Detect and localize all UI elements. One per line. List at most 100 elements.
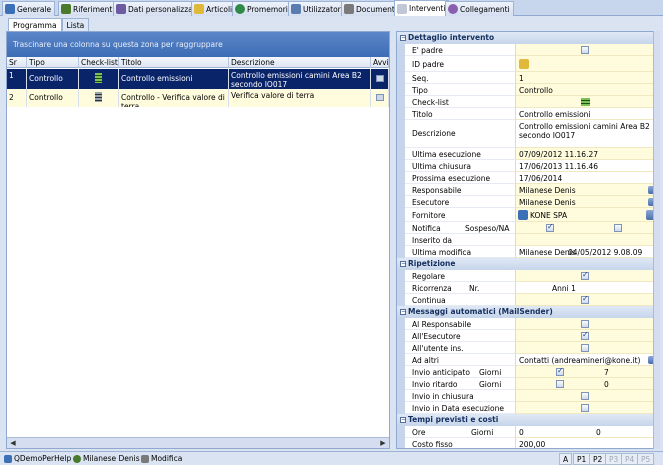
checklist-icon[interactable] <box>581 98 590 106</box>
tab-utilizzatori[interactable]: Utilizzatori <box>288 1 347 16</box>
prop-notifica: Notifica Sospeso/NA <box>397 222 659 234</box>
notifica-checkbox[interactable] <box>546 222 554 232</box>
ricorrenza-value[interactable]: Anni 1 <box>515 282 659 294</box>
prop-value[interactable]: Contatti (andreamineri@kone.it) <box>515 354 659 366</box>
tab-label: Riferimenti <box>73 4 115 14</box>
status-button-p4[interactable]: P4 <box>621 453 639 465</box>
status-user-label: Milanese Denis <box>83 454 140 463</box>
prop-label: Invio ritardo Giorni <box>405 378 515 390</box>
invio-chiusura-checkbox[interactable] <box>581 392 589 400</box>
sospeso-checkbox[interactable] <box>614 224 622 232</box>
group-by-area[interactable]: Trascinare una colonna su questa zona pe… <box>7 32 389 57</box>
prop-value[interactable]: KONE SPA <box>515 208 659 222</box>
scroll-left-icon[interactable]: ◀ <box>9 439 17 447</box>
prop-value: 7 <box>515 366 659 378</box>
subtab-programma[interactable]: Programma <box>8 18 62 31</box>
giorni-value[interactable]: 0 <box>596 428 601 437</box>
status-button-p2[interactable]: P2 <box>589 453 607 465</box>
invio-ritardo-checkbox[interactable] <box>556 380 564 388</box>
tab-collegamenti[interactable]: Collegamenti <box>445 1 514 16</box>
col-header-avvi[interactable]: Avvi <box>371 57 389 68</box>
section-dettaglio-intervento[interactable]: − Dettaglio intervento <box>397 32 659 44</box>
prop-label: Fornitore <box>405 208 515 222</box>
prop-label: Ultima modifica <box>405 246 515 258</box>
col-header-descrizione[interactable]: Descrizione <box>229 57 371 68</box>
prop-value[interactable]: Milanese Denis <box>515 196 659 208</box>
col-header-sr[interactable]: Sr <box>7 57 27 68</box>
all-esecutore-checkbox[interactable] <box>581 330 589 340</box>
user-icon <box>73 454 81 463</box>
ad-altri-value: Contatti (andreamineri@kone.it) <box>519 356 641 365</box>
tipo-value[interactable]: Controllo <box>515 84 659 96</box>
tab-interventi[interactable]: Interventi <box>394 0 450 16</box>
prop-label: Regolare <box>405 270 515 282</box>
giorni-label: Giorni <box>479 380 502 389</box>
tab-promemoria[interactable]: Promemoria <box>232 1 297 16</box>
col-header-checklist[interactable]: Check-list <box>79 57 119 68</box>
col-header-tipo[interactable]: Tipo <box>27 57 79 68</box>
costo-value[interactable]: 200,00 <box>515 438 659 448</box>
seq-value[interactable]: 1 <box>515 72 659 84</box>
ultima-esecuzione-value[interactable]: 07/09/2012 11.16.27 <box>515 148 659 160</box>
data-icon <box>116 4 126 14</box>
table-row[interactable]: 1 Controllo Controllo emissioni Controll… <box>7 69 389 89</box>
inserito-value[interactable] <box>515 234 659 246</box>
invio-anticipato-value[interactable]: 7 <box>604 368 609 377</box>
table-row[interactable]: 2 Controllo Controllo - Verifica valore … <box>7 89 389 107</box>
ultima-chiusura-value[interactable]: 17/06/2013 11.16.46 <box>515 160 659 172</box>
prop-value[interactable] <box>515 96 659 108</box>
al-responsabile-checkbox[interactable] <box>581 320 589 328</box>
prop-label: Invio in chiusura <box>405 390 515 402</box>
subtab-strip: Programma Lista <box>8 18 90 31</box>
avvi-checkbox[interactable] <box>376 75 384 82</box>
folder-icon[interactable] <box>519 59 529 69</box>
collapse-icon[interactable]: − <box>400 261 406 267</box>
section-ripetizione[interactable]: − Ripetizione <box>397 258 659 270</box>
status-mode[interactable]: Modifica <box>141 454 182 463</box>
invio-ritardo-label: Invio ritardo <box>412 380 458 389</box>
status-button-p1[interactable]: P1 <box>573 453 591 465</box>
prop-value <box>515 222 659 234</box>
checklist-icon <box>95 92 102 102</box>
status-button-a[interactable]: A <box>559 453 573 465</box>
status-app[interactable]: QDemoPerHelp <box>4 454 71 463</box>
reminder-icon <box>235 4 245 14</box>
collapse-icon[interactable]: − <box>400 35 406 41</box>
tab-documenti[interactable]: Documenti <box>341 1 401 16</box>
section-messaggi[interactable]: − Messaggi automatici (MailSender) <box>397 306 659 318</box>
tab-riferimenti[interactable]: Riferimenti <box>58 1 119 16</box>
invio-ritardo-value[interactable]: 0 <box>604 380 609 389</box>
continua-checkbox[interactable] <box>581 294 589 304</box>
avvi-checkbox[interactable] <box>376 94 384 101</box>
subtab-lista[interactable]: Lista <box>61 18 90 31</box>
all-utente-checkbox[interactable] <box>581 344 589 352</box>
prop-value[interactable] <box>515 56 659 72</box>
section-tempi[interactable]: − Tempi previsti e costi <box>397 414 659 426</box>
prop-value <box>515 390 659 402</box>
col-header-titolo[interactable]: Titolo <box>119 57 229 68</box>
checklist-icon <box>95 73 102 83</box>
status-user[interactable]: Milanese Denis <box>73 454 140 463</box>
edit-icon[interactable] <box>518 210 528 220</box>
tab-dati-personalizzati[interactable]: Dati personalizzati <box>113 1 202 16</box>
prop-value[interactable]: Milanese Denis <box>515 184 659 196</box>
status-button-p5[interactable]: P5 <box>637 453 655 465</box>
cell-descrizione: Verifica valore di terra <box>229 89 371 107</box>
invio-anticipato-checkbox[interactable] <box>556 366 564 376</box>
vertical-scrollbar[interactable] <box>653 31 660 449</box>
tab-articoli[interactable]: Articoli <box>191 1 237 16</box>
status-button-p3[interactable]: P3 <box>605 453 623 465</box>
descrizione-value[interactable]: Controllo emissioni camini Area B2 secon… <box>515 120 659 148</box>
epadre-checkbox[interactable] <box>581 46 589 54</box>
horizontal-scrollbar[interactable]: ◀ ▶ <box>7 437 389 448</box>
ore-value[interactable]: 0 <box>519 428 524 437</box>
invio-data-checkbox[interactable] <box>581 404 589 412</box>
regolare-checkbox[interactable] <box>581 270 589 280</box>
titolo-value[interactable]: Controllo emissioni <box>515 108 659 120</box>
collapse-icon[interactable]: − <box>400 417 406 423</box>
collapse-icon[interactable]: − <box>400 309 406 315</box>
prop-value <box>515 402 659 414</box>
scroll-right-icon[interactable]: ▶ <box>379 439 387 447</box>
tab-generale[interactable]: Generale <box>2 1 56 16</box>
prossima-esecuzione-value[interactable]: 17/06/2014 <box>515 172 659 184</box>
